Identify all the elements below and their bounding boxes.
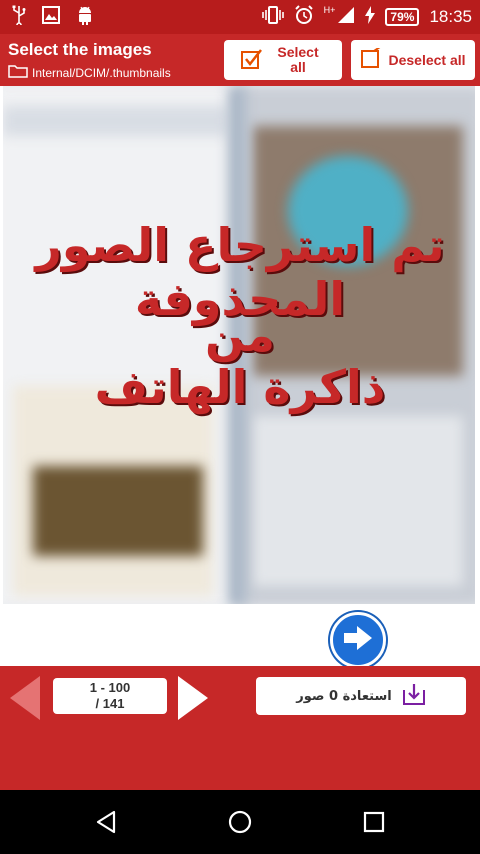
restore-label: استعادة 0 صور (296, 688, 392, 704)
restore-button[interactable]: استعادة 0 صور (256, 677, 466, 715)
home-button[interactable] (228, 810, 252, 838)
promo-line-3: ذاكرة الهاتف (94, 360, 386, 414)
clock: 18:35 (429, 7, 472, 26)
back-button[interactable] (94, 810, 118, 838)
page-title: Select the images (8, 40, 152, 59)
thumbnail-detail (3, 106, 228, 136)
deselect-all-button[interactable]: Deselect all (351, 40, 475, 80)
triangle-left-icon (10, 676, 42, 724)
status-bar: H+ 79% 18:35 (0, 0, 480, 34)
usb-icon (12, 5, 26, 29)
deselect-all-label: Deselect all (388, 52, 466, 68)
recents-button[interactable] (362, 810, 386, 838)
thumbnail-4 (253, 416, 463, 586)
signal-icon (337, 6, 355, 28)
checkbox-checked-icon (240, 47, 264, 74)
select-all-line1: Select (277, 44, 319, 60)
checkbox-empty-icon (360, 45, 382, 73)
network-type: H+ (323, 5, 336, 15)
select-all-line2: all (290, 59, 306, 75)
image-icon (42, 6, 60, 28)
promo-line-2: من (205, 308, 275, 362)
bottom-bar: 1 - 100 / 141 استعادة 0 صور (0, 666, 480, 790)
folder-path[interactable]: Internal/DCIM/.thumbnails (8, 64, 171, 81)
back-icon (94, 810, 118, 838)
download-icon (402, 682, 426, 710)
vibrate-icon (261, 5, 284, 29)
next-arrow-button[interactable] (330, 612, 386, 668)
folder-path-label: Internal/DCIM/.thumbnails (32, 65, 171, 80)
charging-icon (365, 6, 376, 28)
page-total: / 141 (95, 696, 125, 711)
home-icon (228, 810, 252, 838)
toolbar: Select the images Internal/DCIM/.thumbna… (0, 34, 480, 86)
next-page-button[interactable] (176, 676, 208, 724)
alarm-icon (294, 5, 314, 29)
page-indicator: 1 - 100 / 141 (53, 678, 167, 714)
folder-icon (8, 64, 28, 81)
battery-indicator: 79% (385, 8, 420, 26)
system-nav-bar (0, 790, 480, 854)
thumbnail-dark (33, 466, 203, 556)
triangle-right-icon (176, 676, 208, 724)
select-all-button[interactable]: Select all (224, 40, 342, 80)
page-range: 1 - 100 (89, 680, 131, 695)
android-icon (76, 5, 94, 29)
prev-page-button[interactable] (10, 676, 42, 724)
arrow-right-icon (342, 624, 374, 656)
recents-icon (362, 811, 386, 838)
